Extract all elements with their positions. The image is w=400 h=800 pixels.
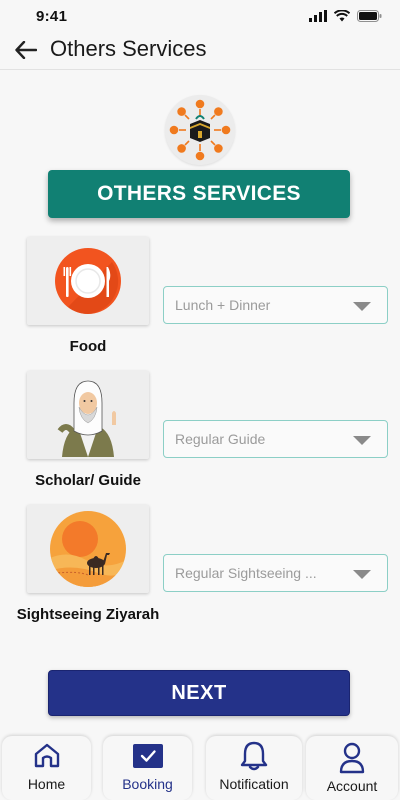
back-button[interactable] [12, 36, 40, 64]
page-title: Others Services [50, 36, 207, 61]
user-icon [339, 742, 365, 774]
nav-label-notification: Notification [219, 776, 289, 792]
nav-label-booking: Booking [122, 776, 173, 792]
food-select-value: Lunch + Dinner [175, 297, 271, 313]
nav-item-booking[interactable]: Booking [103, 736, 192, 800]
bottom-nav: Home Booking Notification Account [0, 736, 400, 800]
nav-label-account: Account [326, 778, 378, 794]
sightseeing-label: Sightseeing Ziyarah [16, 606, 160, 623]
plate-icon [55, 248, 121, 314]
nav-label-home: Home [27, 776, 66, 792]
status-icons [309, 10, 382, 22]
scholar-guide-select[interactable]: Regular Guide [163, 420, 388, 458]
kaaba-logo [165, 95, 235, 165]
status-time: 9:41 [36, 8, 68, 25]
chevron-down-icon [353, 570, 371, 579]
scholar-guide-tile[interactable] [27, 371, 149, 459]
sightseeing-select-value: Regular Sightseeing ... [175, 565, 317, 581]
section-banner-title: OTHERS SERVICES [97, 182, 301, 205]
scholar-guide-select-value: Regular Guide [175, 431, 266, 447]
status-bar: 9:41 [0, 0, 400, 32]
next-button-label: NEXT [171, 681, 227, 704]
food-label: Food [69, 338, 107, 355]
camel-desert-icon [50, 511, 126, 587]
arrow-left-icon [15, 41, 37, 59]
food-tile[interactable] [27, 237, 149, 325]
sightseeing-tile[interactable] [27, 505, 149, 593]
bell-icon [240, 741, 268, 771]
chevron-down-icon [353, 436, 371, 445]
scholar-icon [57, 380, 116, 457]
next-button[interactable]: NEXT [48, 670, 350, 716]
food-select[interactable]: Lunch + Dinner [163, 286, 388, 324]
checkbox-icon [132, 744, 163, 768]
battery-icon [357, 10, 382, 22]
kaaba-icon [169, 99, 231, 161]
section-banner: OTHERS SERVICES [48, 170, 350, 218]
nav-item-account[interactable]: Account [306, 736, 398, 800]
nav-item-home[interactable]: Home [2, 736, 91, 800]
scholar-guide-label: Scholar/ Guide [35, 472, 141, 489]
wifi-icon [334, 10, 350, 22]
app-header: Others Services [0, 32, 400, 70]
nav-item-notification[interactable]: Notification [206, 736, 302, 800]
signal-icon [309, 10, 327, 22]
home-icon [34, 743, 59, 768]
chevron-down-icon [353, 302, 371, 311]
sightseeing-select[interactable]: Regular Sightseeing ... [163, 554, 388, 592]
